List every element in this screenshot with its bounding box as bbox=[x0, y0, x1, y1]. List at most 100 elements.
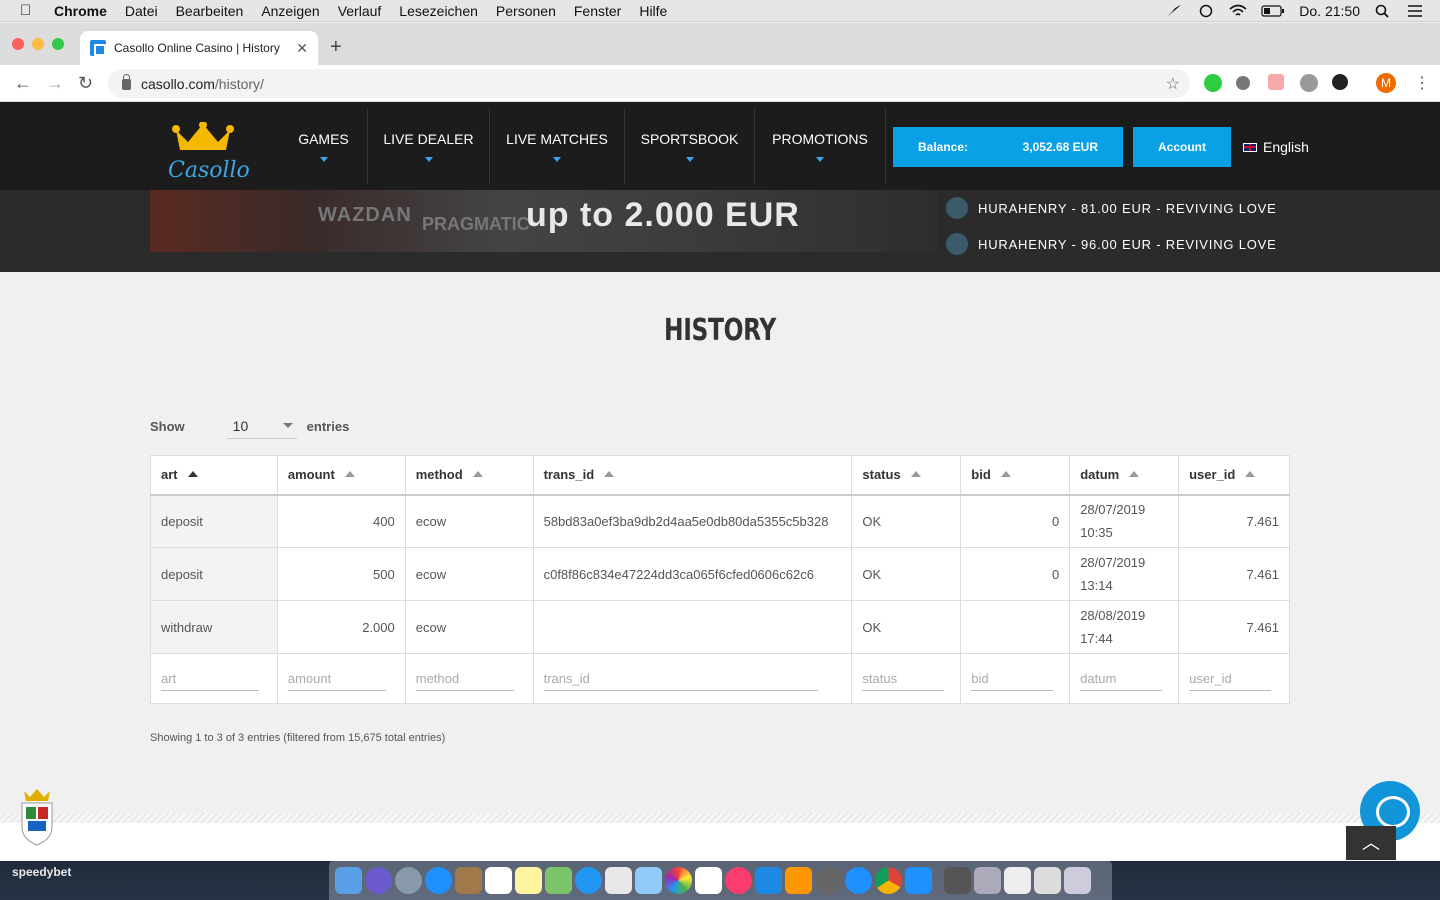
footer-white-area bbox=[0, 823, 1440, 861]
menu-lesezeichen[interactable]: Lesezeichen bbox=[399, 3, 478, 19]
profile-avatar[interactable]: M bbox=[1376, 73, 1396, 93]
language-selector[interactable]: English bbox=[1243, 139, 1309, 155]
music-icon[interactable] bbox=[725, 867, 752, 894]
pages-icon[interactable] bbox=[695, 867, 722, 894]
extension-sync-icon[interactable] bbox=[1332, 74, 1348, 90]
skype-icon[interactable] bbox=[905, 867, 932, 894]
maps-icon[interactable] bbox=[545, 867, 572, 894]
chrome-menu-icon[interactable]: ⋮ bbox=[1414, 73, 1430, 93]
menu-verlauf[interactable]: Verlauf bbox=[338, 3, 382, 19]
account-button[interactable]: Account bbox=[1133, 127, 1231, 167]
messages-icon[interactable] bbox=[575, 867, 602, 894]
column-header-datum[interactable]: datum bbox=[1069, 455, 1180, 496]
column-header-status[interactable]: status bbox=[851, 455, 962, 496]
filter-amount-input[interactable] bbox=[287, 666, 386, 691]
menu-personen[interactable]: Personen bbox=[496, 3, 556, 19]
desktop-folder-label[interactable]: speedybet bbox=[12, 865, 71, 879]
safari-icon[interactable] bbox=[425, 867, 452, 894]
license-seal-icon[interactable] bbox=[18, 787, 56, 853]
launchpad-icon[interactable] bbox=[395, 867, 422, 894]
nav-live-matches[interactable]: LIVE MATCHES bbox=[490, 108, 625, 184]
reload-icon[interactable]: ↻ bbox=[78, 73, 93, 94]
back-arrow-icon[interactable]: ← bbox=[14, 73, 32, 94]
zoom-window-button[interactable] bbox=[52, 38, 64, 50]
close-window-button[interactable] bbox=[12, 38, 24, 50]
keynote-icon[interactable] bbox=[755, 867, 782, 894]
menu-hilfe[interactable]: Hilfe bbox=[639, 3, 667, 19]
column-header-label: method bbox=[415, 467, 463, 483]
extension-green-icon[interactable] bbox=[1204, 74, 1222, 92]
cell-art: deposit bbox=[150, 547, 278, 601]
wifi-icon[interactable] bbox=[1229, 4, 1247, 18]
dock-folder-icon[interactable] bbox=[944, 867, 971, 894]
extension-eye-icon[interactable] bbox=[1300, 74, 1318, 92]
dock-downloads-icon[interactable] bbox=[1034, 867, 1061, 894]
browser-tab-active[interactable]: Casollo Online Casino | History ✕ bbox=[80, 31, 318, 65]
extension-bulb-icon[interactable] bbox=[1236, 76, 1250, 90]
filter-method-input[interactable] bbox=[415, 666, 514, 691]
column-header-method[interactable]: method bbox=[404, 455, 534, 496]
filter-art-input[interactable] bbox=[161, 666, 259, 691]
promo-banner[interactable]: WAZDAN PRAGMATIC up to 2.000 EUR bbox=[150, 190, 938, 252]
menu-app-name[interactable]: Chrome bbox=[54, 3, 107, 19]
url-host: casollo.com bbox=[141, 75, 215, 92]
column-header-amount[interactable]: amount bbox=[276, 455, 406, 496]
cell-amount: 2.000 bbox=[276, 600, 406, 654]
nav-live-dealer[interactable]: LIVE DEALER bbox=[368, 108, 490, 184]
forward-arrow-icon[interactable]: → bbox=[46, 73, 64, 94]
back-to-top-button[interactable]: ︿ bbox=[1346, 826, 1396, 860]
bookmark-star-icon[interactable]: ☆ bbox=[1166, 74, 1180, 94]
menu-anzeigen[interactable]: Anzeigen bbox=[261, 3, 319, 19]
extension-red-icon[interactable] bbox=[1268, 74, 1284, 90]
trash-icon[interactable] bbox=[1064, 867, 1091, 894]
column-header-trans-id[interactable]: trans_id bbox=[532, 455, 853, 496]
contacts-icon[interactable] bbox=[455, 867, 482, 894]
notification-center-icon[interactable] bbox=[1406, 4, 1424, 18]
siri-icon[interactable] bbox=[365, 867, 392, 894]
cell-amount: 500 bbox=[276, 547, 406, 601]
photos-icon[interactable] bbox=[665, 867, 692, 894]
finder-icon[interactable] bbox=[335, 867, 362, 894]
close-tab-icon[interactable]: ✕ bbox=[296, 40, 308, 57]
casollo-logo[interactable]: Casollo bbox=[166, 122, 250, 184]
column-header-art[interactable]: art bbox=[150, 455, 278, 496]
filter-datum-input[interactable] bbox=[1080, 666, 1163, 691]
menu-bar-clock[interactable]: Do. 21:50 bbox=[1299, 3, 1360, 19]
system-preferences-icon[interactable] bbox=[815, 867, 842, 894]
app-store-icon[interactable] bbox=[845, 867, 872, 894]
filter-bid-input[interactable] bbox=[971, 666, 1054, 691]
chrome-icon[interactable] bbox=[875, 867, 902, 894]
battery-icon[interactable] bbox=[1261, 4, 1285, 18]
minimize-window-button[interactable] bbox=[32, 38, 44, 50]
balance-value: 3,052.68 EUR bbox=[1022, 140, 1098, 154]
chevron-down-icon bbox=[282, 423, 293, 428]
notes-icon[interactable] bbox=[515, 867, 542, 894]
column-header-user-id[interactable]: user_id bbox=[1178, 455, 1290, 496]
dock-screenshots-icon[interactable] bbox=[974, 867, 1001, 894]
feather-icon[interactable] bbox=[1165, 4, 1183, 18]
balance-box[interactable]: Balance: 3,052.68 EUR bbox=[893, 127, 1123, 167]
menu-bearbeiten[interactable]: Bearbeiten bbox=[176, 3, 244, 19]
new-tab-icon[interactable]: + bbox=[330, 36, 342, 59]
preview-icon[interactable] bbox=[635, 867, 662, 894]
dock-document-icon[interactable] bbox=[1004, 867, 1031, 894]
filter-status-input[interactable] bbox=[862, 666, 945, 691]
nav-promotions[interactable]: PROMOTIONS bbox=[755, 108, 886, 184]
calendar-icon[interactable] bbox=[485, 867, 512, 894]
nav-sportsbook[interactable]: SPORTSBOOK bbox=[625, 108, 755, 184]
filter-trans-id-input[interactable] bbox=[543, 666, 818, 691]
filter-user-id-input[interactable] bbox=[1189, 666, 1272, 691]
spotlight-search-icon[interactable] bbox=[1374, 4, 1392, 18]
menu-datei[interactable]: Datei bbox=[125, 3, 158, 19]
page-size-select[interactable]: 10 bbox=[226, 413, 297, 439]
numbers-icon[interactable] bbox=[605, 867, 632, 894]
nav-games[interactable]: GAMES bbox=[280, 108, 368, 184]
books-icon[interactable] bbox=[785, 867, 812, 894]
cell-method: ecow bbox=[404, 600, 534, 654]
column-header-bid[interactable]: bid bbox=[960, 455, 1071, 496]
lock-icon[interactable] bbox=[122, 74, 131, 90]
sync-icon[interactable] bbox=[1197, 4, 1215, 18]
address-bar[interactable]: casollo.com/history/ ☆ bbox=[108, 69, 1190, 98]
menu-fenster[interactable]: Fenster bbox=[574, 3, 621, 19]
apple-icon[interactable]:  bbox=[20, 2, 38, 19]
